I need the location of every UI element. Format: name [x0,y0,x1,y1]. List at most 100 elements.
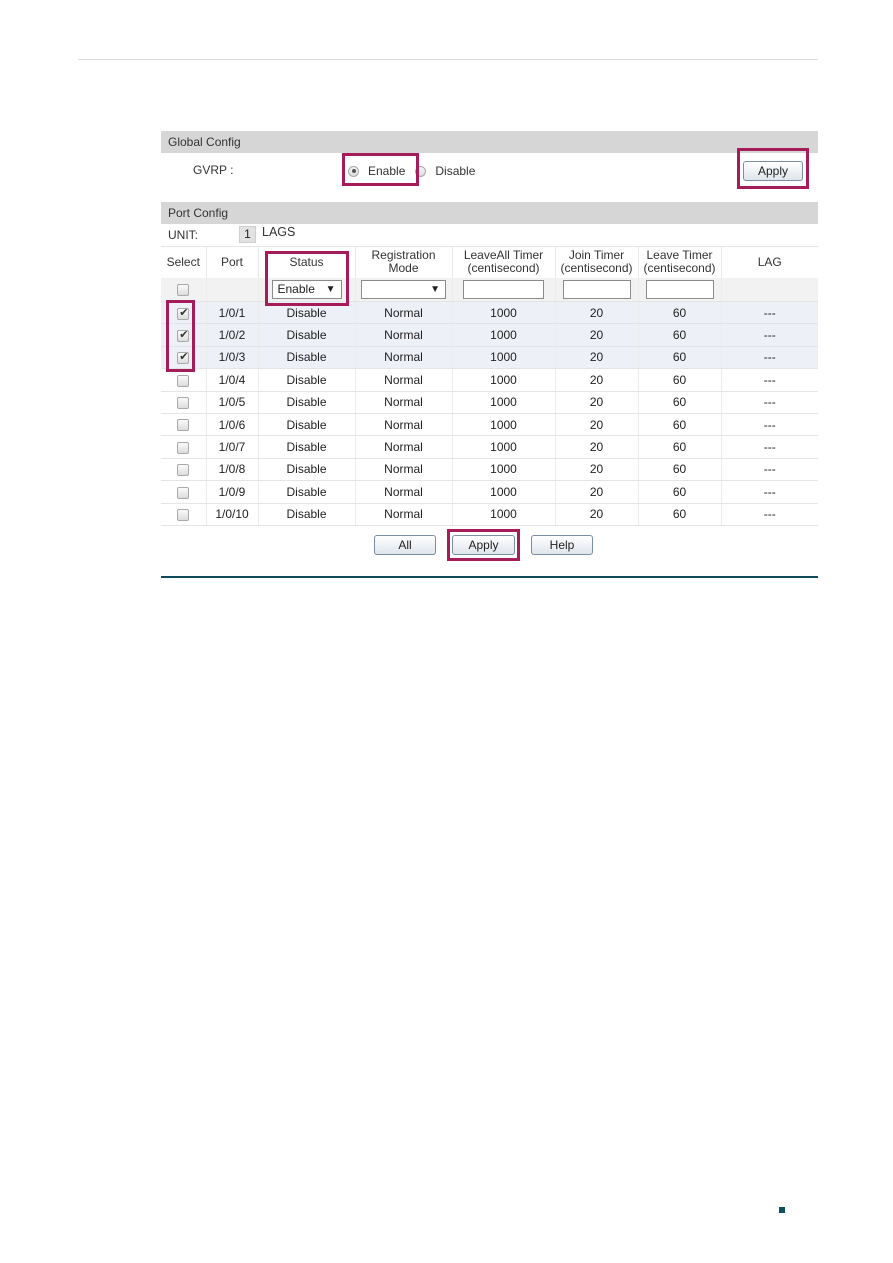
lag-cell: --- [721,346,818,370]
lag-cell: --- [721,391,818,414]
global-apply-button[interactable]: Apply [743,161,803,181]
gvrp-disable-radio[interactable] [415,165,427,177]
row-select-checkbox[interactable] [177,397,190,410]
port-cell: 1/0/10 [206,503,259,526]
join-timer-cell: 20 [555,391,639,414]
col-lag: LAG [721,246,818,278]
lag-cell: --- [721,413,818,437]
status-cell: Disable [258,435,356,459]
table-row[interactable]: 1/0/5 Disable Normal 1000 20 60 --- [161,391,818,414]
col-registration-mode: Registration Mode [355,246,453,278]
table-row[interactable]: 1/0/8 Disable Normal 1000 20 60 --- [161,458,818,482]
leaveall-timer-cell: 1000 [452,323,556,347]
leaveall-timer-input[interactable] [463,279,544,299]
port-cell: 1/0/9 [206,480,259,504]
table-row[interactable]: 1/0/4 Disable Normal 1000 20 60 --- [161,368,818,392]
port-cell: 1/0/2 [206,323,259,347]
status-filter-select[interactable]: Enable ▼ [271,279,342,299]
table-row[interactable]: 1/0/6 Disable Normal 1000 20 60 --- [161,413,818,437]
join-timer-cell: 20 [555,368,639,392]
join-timer-input[interactable] [562,279,631,299]
leave-timer-cell: 60 [638,323,722,347]
status-cell: Disable [258,368,356,392]
port-cell: 1/0/7 [206,435,259,459]
row-select-checkbox[interactable] [177,509,190,522]
port-cell: 1/0/1 [206,301,259,325]
gvrp-disable-label[interactable]: Disable [435,164,475,178]
leaveall-timer-cell: 1000 [452,458,556,482]
port-config-title: Port Config [161,202,818,224]
table-row[interactable]: 1/0/10 Disable Normal 1000 20 60 --- [161,503,818,526]
registration-mode-cell: Normal [355,480,453,504]
table-row[interactable]: 1/0/2DisableNormal10002060--- [161,323,818,347]
row-select-checkbox[interactable] [177,306,190,320]
port-cell: 1/0/6 [206,413,259,437]
leave-timer-cell: 60 [638,391,722,414]
col-leave-timer: Leave Timer (centisecond) [638,246,722,278]
leaveall-timer-cell: 1000 [452,413,556,437]
unit-selector: UNIT: 1 LAGS [161,224,818,246]
leave-timer-cell: 60 [638,301,722,325]
section-divider [161,576,818,578]
registration-mode-cell: Normal [355,346,453,370]
leave-timer-cell: 60 [638,480,722,504]
row-select-checkbox[interactable] [177,350,190,365]
row-select-checkbox[interactable] [177,419,190,432]
registration-mode-cell: Normal [355,413,453,437]
unit-label: UNIT: [168,228,198,242]
port-cell: 1/0/5 [206,391,259,414]
port-apply-button[interactable]: Apply [452,535,515,555]
unit-1-tab[interactable]: 1 [239,226,256,243]
registration-mode-filter-select[interactable]: ▼ [361,279,446,299]
help-button[interactable]: Help [531,535,593,555]
row-select-checkbox[interactable] [177,441,190,454]
lag-cell: --- [721,435,818,459]
page-header-rule [78,59,818,60]
row-select-checkbox[interactable] [177,464,190,477]
row-select-checkbox[interactable] [177,486,190,499]
join-timer-cell: 20 [555,480,639,504]
row-select-checkbox[interactable] [177,328,190,342]
lag-cell: --- [721,323,818,347]
table-row[interactable]: 1/0/1DisableNormal10002060--- [161,301,818,325]
row-select-checkbox[interactable] [177,374,190,387]
registration-mode-cell: Normal [355,458,453,482]
select-all-checkbox[interactable] [177,284,190,297]
port-cell: 1/0/4 [206,368,259,392]
registration-mode-cell: Normal [355,323,453,347]
table-row[interactable]: 1/0/3DisableNormal10002060--- [161,346,818,370]
leave-timer-input[interactable] [645,279,714,299]
gvrp-enable-label[interactable]: Enable [368,164,405,178]
global-config-panel: Global Config GVRP : Enable Disable Appl… [161,131,818,199]
gvrp-enable-radio[interactable] [348,165,359,177]
registration-mode-cell: Normal [355,435,453,459]
lag-cell: --- [721,301,818,325]
registration-mode-cell: Normal [355,301,453,325]
leave-timer-cell: 60 [638,458,722,482]
leave-timer-cell: 60 [638,435,722,459]
status-cell: Disable [258,413,356,437]
leaveall-timer-cell: 1000 [452,301,556,325]
join-timer-cell: 20 [555,458,639,482]
join-timer-cell: 20 [555,301,639,325]
leave-timer-cell: 60 [638,503,722,526]
lag-cell: --- [721,368,818,392]
table-row[interactable]: 1/0/7 Disable Normal 1000 20 60 --- [161,435,818,459]
table-row[interactable]: 1/0/9 Disable Normal 1000 20 60 --- [161,480,818,504]
status-cell: Disable [258,480,356,504]
join-timer-cell: 20 [555,346,639,370]
port-cell: 1/0/8 [206,458,259,482]
gvrp-radio-group: Enable Disable [348,164,485,178]
lag-cell: --- [721,503,818,526]
join-timer-cell: 20 [555,435,639,459]
lags-tab[interactable]: LAGS [262,225,295,239]
leave-timer-cell: 60 [638,346,722,370]
leave-timer-cell: 60 [638,413,722,437]
registration-mode-cell: Normal [355,503,453,526]
global-config-title: Global Config [161,131,818,153]
lag-cell: --- [721,458,818,482]
join-timer-cell: 20 [555,503,639,526]
select-all-button[interactable]: All [374,535,436,555]
leaveall-timer-cell: 1000 [452,391,556,414]
col-port: Port [206,246,259,278]
